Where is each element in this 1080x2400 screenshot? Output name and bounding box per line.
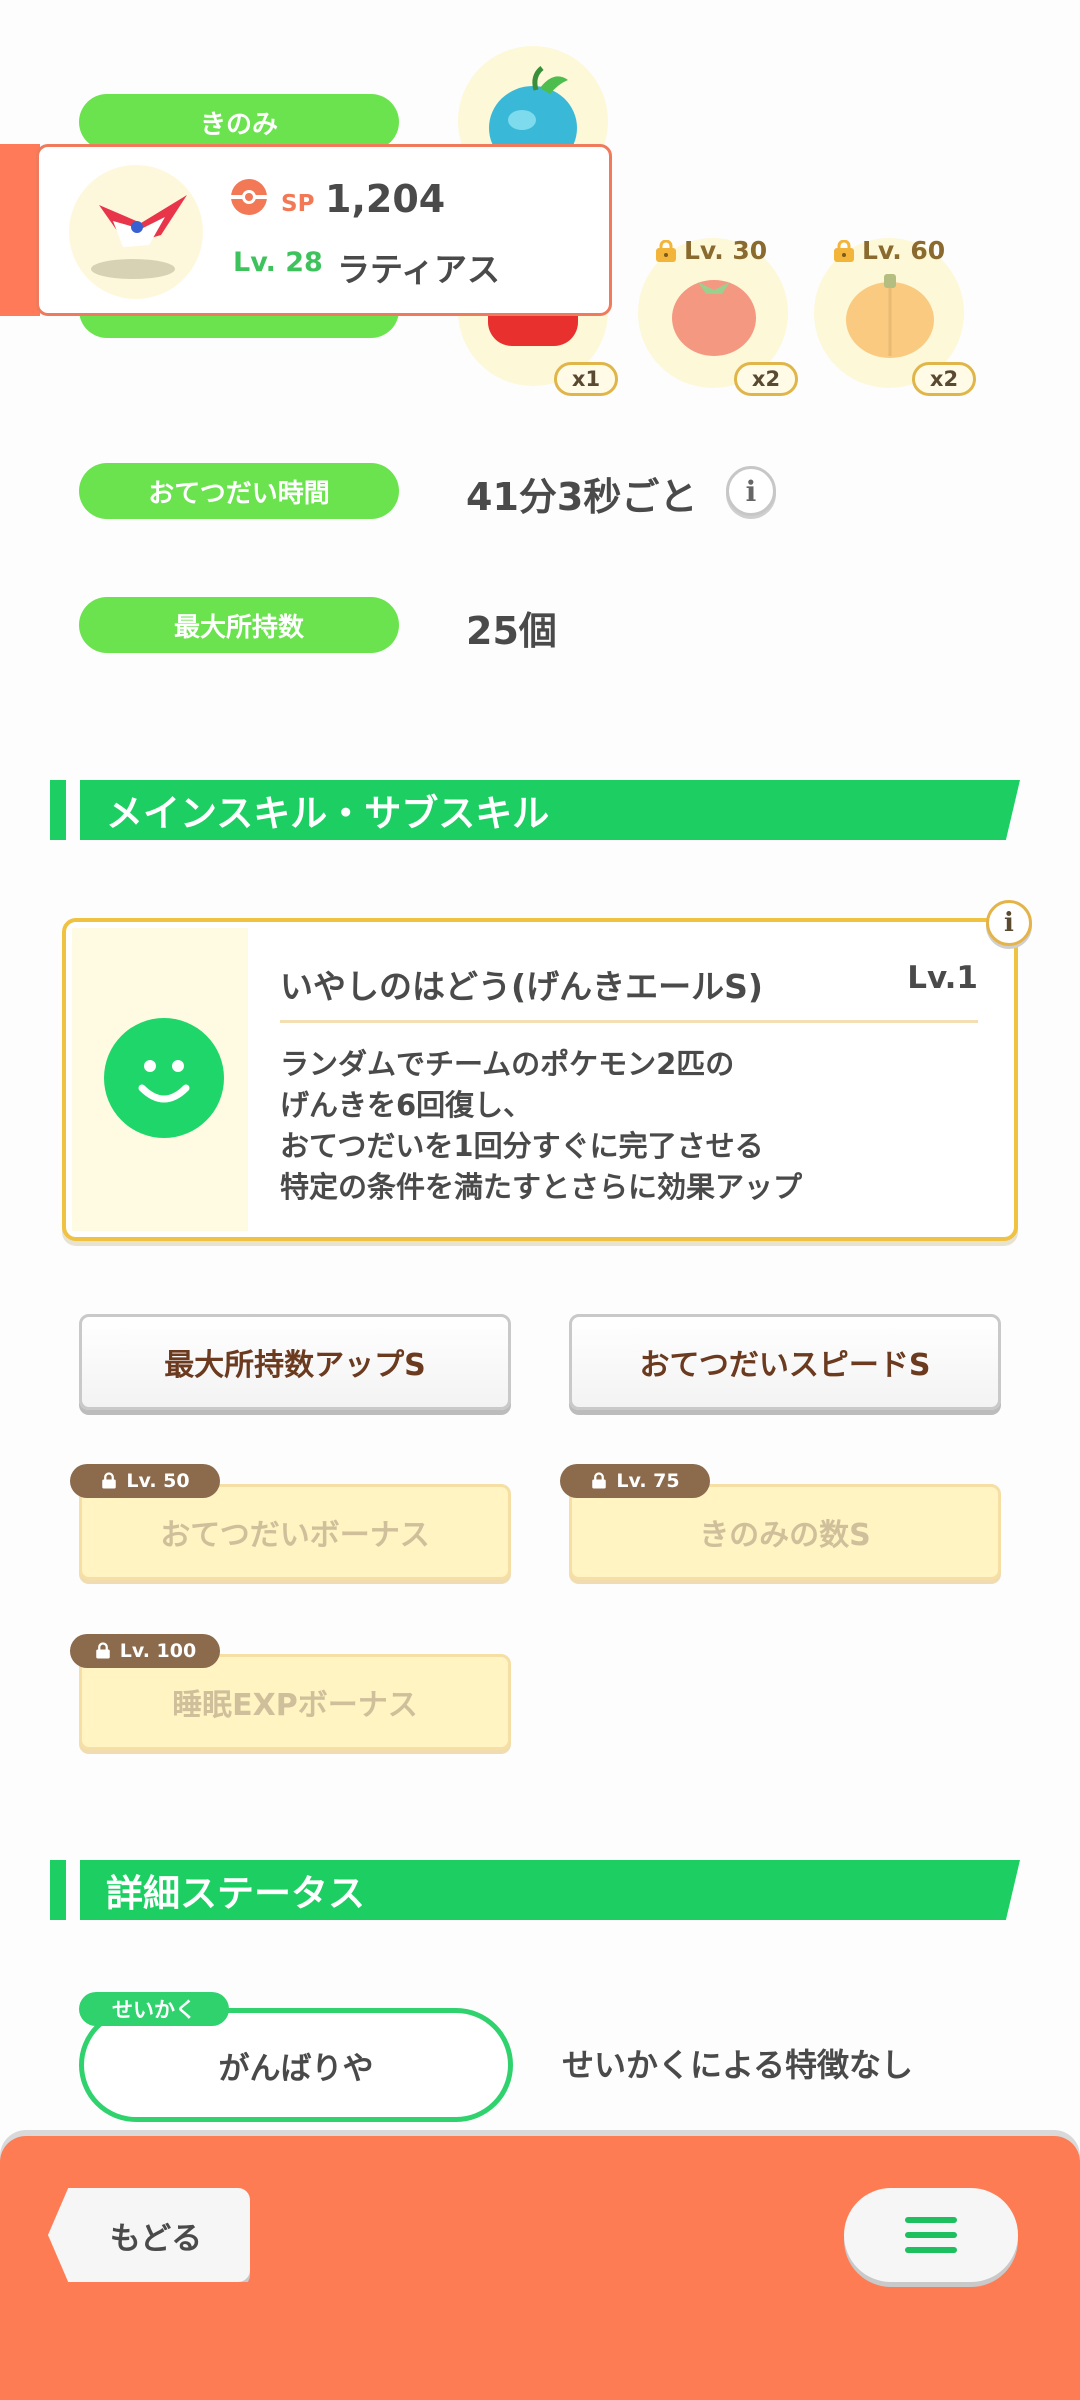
sub-skill-4-lock-tag: Lv. 75 <box>560 1464 710 1498</box>
lock-icon <box>592 1472 607 1489</box>
sub-skill-5-lock-tag: Lv. 100 <box>70 1634 220 1668</box>
main-skill-desc-line: げんきを6回復し、 <box>280 1088 533 1122</box>
sub-skill-1-button[interactable]: 最大所持数アップS <box>79 1314 511 1410</box>
lock-icon <box>656 239 676 262</box>
max-carry-value: 25個 <box>466 609 557 653</box>
main-skill-desc-line: 特定の条件を満たすとさらに効果アップ <box>280 1170 803 1204</box>
sp-value: 1,204 <box>325 177 446 221</box>
sp-label: SP <box>281 191 315 217</box>
max-carry-label: 最大所持数 <box>79 597 399 653</box>
ingredient-lock-2: Lv. 30 <box>654 236 767 265</box>
sub-skill-3-button[interactable]: おてつだいボーナス <box>79 1484 511 1580</box>
ingredient-lock-3: Lv. 60 <box>832 236 945 265</box>
sleep-point-icon <box>231 179 267 215</box>
main-skill-divider <box>280 1020 978 1023</box>
main-skill-info-icon[interactable]: i <box>986 900 1032 946</box>
sub-skill-4-button[interactable]: きのみの数S <box>569 1484 1001 1580</box>
skills-section-title: メインスキル・サブスキル <box>80 780 1020 840</box>
main-skill-description: ランダムでチームのポケモン2匹の げんきを6回復し、 おてつだいを1回分すぐに完… <box>280 1044 802 1208</box>
sub-skill-3-lock-tag: Lv. 50 <box>70 1464 220 1498</box>
sub-skill-4-lock-level: Lv. 75 <box>616 1470 680 1492</box>
latias-icon <box>91 195 187 279</box>
sub-skill-5-lock-level: Lv. 100 <box>119 1640 197 1662</box>
ingredient-count-3: x2 <box>912 362 976 396</box>
hamburger-menu-icon <box>905 2217 957 2253</box>
pokemon-avatar <box>69 165 203 299</box>
pokemon-card-accent <box>0 144 40 316</box>
ingredient-lock-3-level: Lv. 60 <box>862 236 946 265</box>
sub-skill-5-button[interactable]: 睡眠EXPボーナス <box>79 1654 511 1750</box>
nature-tag: せいかく <box>79 1992 229 2026</box>
smile-icon <box>104 1018 224 1138</box>
help-time-value: 41分3秒ごと <box>466 475 698 519</box>
details-section-stripe <box>50 1860 66 1920</box>
nature-effect: せいかくによる特徴なし <box>562 2046 914 2084</box>
details-section-title: 詳細ステータス <box>80 1860 1020 1920</box>
pokemon-name: ラティアス <box>337 250 501 289</box>
ingredient-count-1: x1 <box>554 362 618 396</box>
menu-button[interactable] <box>844 2188 1018 2282</box>
main-skill-desc-line: ランダムでチームのポケモン2匹の <box>280 1047 735 1081</box>
pokemon-card[interactable]: SP 1,204 Lv. 28 ラティアス <box>36 144 612 316</box>
ingredient-lock-2-level: Lv. 30 <box>684 236 768 265</box>
main-skill-card[interactable]: いやしのはどう(げんきエールS) Lv.1 ランダムでチームのポケモン2匹の げ… <box>62 918 1018 1241</box>
sub-skill-2-button[interactable]: おてつだいスピードS <box>569 1314 1001 1410</box>
back-button[interactable]: もどる <box>48 2188 250 2282</box>
lock-icon <box>834 239 854 262</box>
help-time-info-icon[interactable]: i <box>726 466 776 516</box>
help-time-label: おてつだい時間 <box>79 463 399 519</box>
sub-skill-3-lock-level: Lv. 50 <box>126 1470 190 1492</box>
skills-section-stripe <box>50 780 66 840</box>
main-skill-level: Lv.1 <box>907 960 978 996</box>
ingredient-count-2: x2 <box>734 362 798 396</box>
main-skill-icon-panel <box>72 928 248 1231</box>
lock-icon <box>96 1642 110 1659</box>
lock-icon <box>102 1472 117 1489</box>
berry-label: きのみ <box>79 94 399 150</box>
pokemon-level: Lv. 28 <box>233 247 323 278</box>
main-skill-desc-line: おてつだいを1回分すぐに完了させる <box>280 1129 764 1163</box>
main-skill-name: いやしのはどう(げんきエールS) <box>280 967 763 1006</box>
